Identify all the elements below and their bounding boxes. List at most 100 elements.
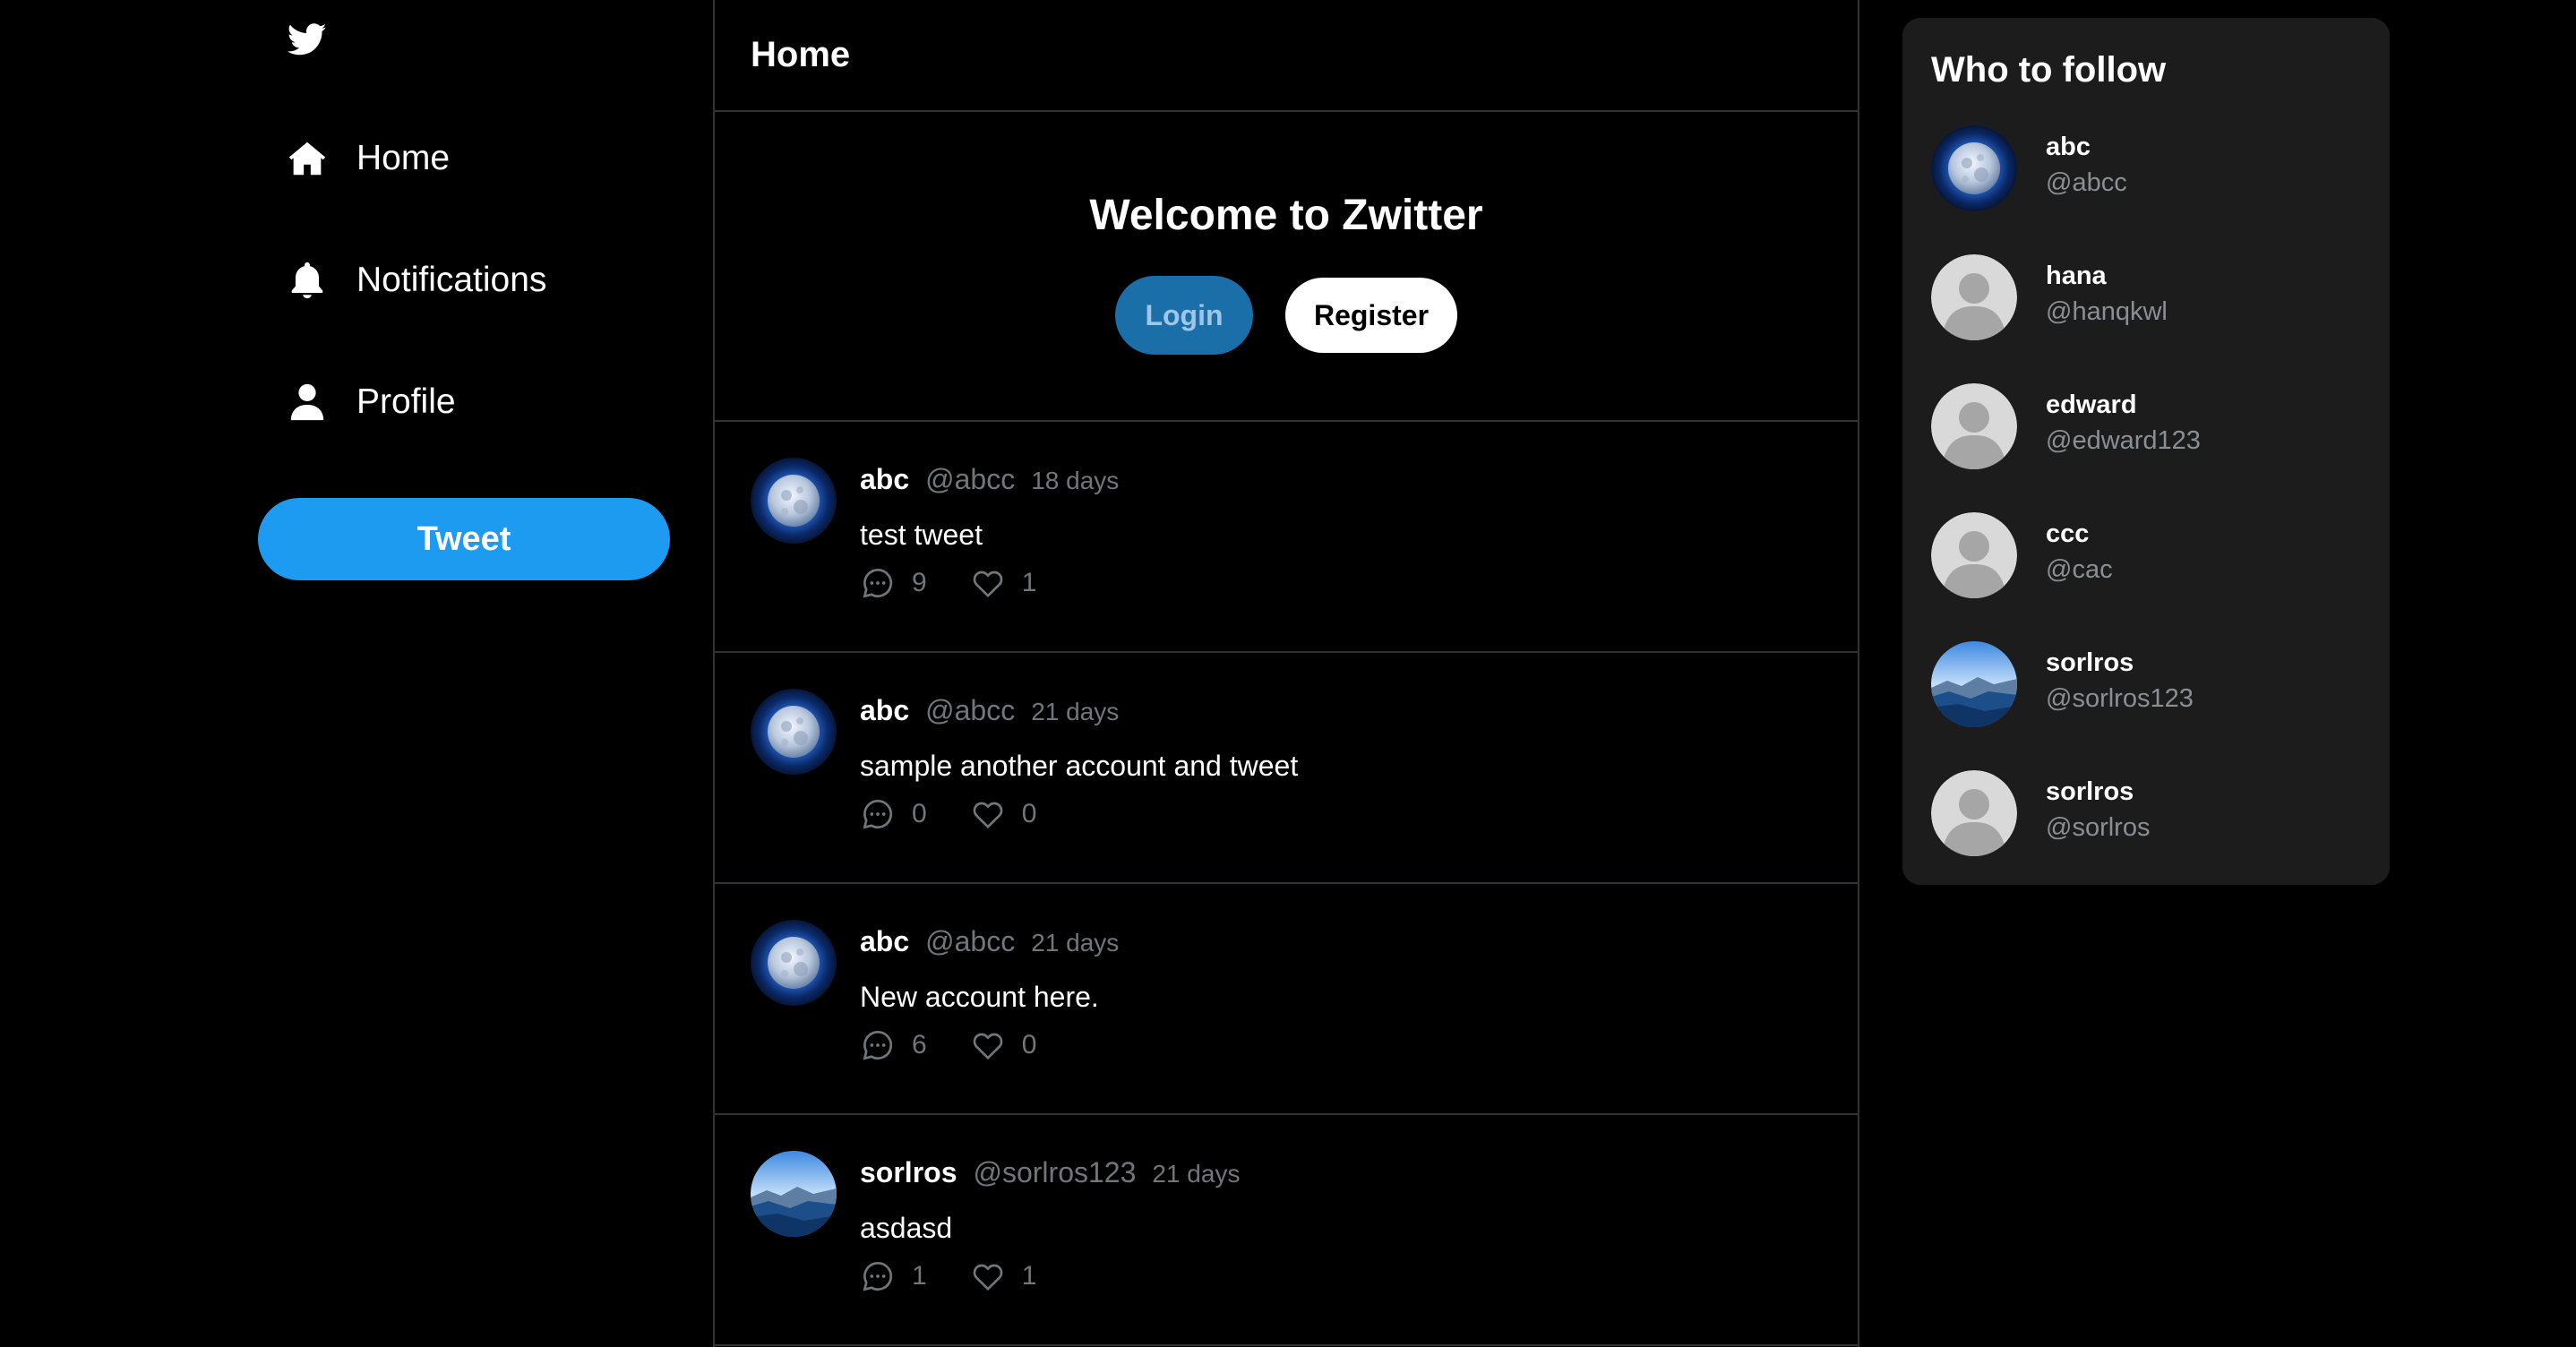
heart-icon bbox=[973, 1033, 1003, 1060]
heart-icon bbox=[973, 802, 1003, 829]
suggestion-name: sorlros bbox=[2046, 777, 2134, 806]
tweet-author-handle: @abcc bbox=[925, 694, 1016, 726]
suggestion-name: edward bbox=[2046, 390, 2137, 419]
nav-item-label: Notifications bbox=[356, 261, 547, 299]
tweet-meta: sorlros @sorlros123 21 days bbox=[860, 1156, 1240, 1189]
tweet-item[interactable]: abc @abcc 21 days New account here. 6 0 bbox=[715, 884, 1858, 1115]
like-count: 1 bbox=[1021, 568, 1037, 597]
suggestion-name: abc bbox=[2046, 133, 2091, 161]
welcome-heading: Welcome to Zwitter bbox=[1089, 192, 1483, 239]
reply-button[interactable]: 6 bbox=[860, 1027, 927, 1063]
comment-icon bbox=[863, 1030, 893, 1060]
avatar[interactable] bbox=[1931, 254, 2017, 340]
nav-item-label: Home bbox=[356, 139, 451, 177]
tweet-timestamp: 21 days bbox=[1152, 1160, 1241, 1188]
nav-item-home[interactable]: Home bbox=[285, 132, 450, 185]
suggestion-handle: @sorlros123 bbox=[2046, 684, 2194, 713]
register-button[interactable]: Register bbox=[1285, 278, 1457, 353]
like-button[interactable]: 0 bbox=[970, 796, 1037, 832]
suggestion-name: hana bbox=[2046, 262, 2107, 290]
comment-icon bbox=[863, 799, 893, 829]
auth-buttons: Login Register bbox=[1115, 276, 1457, 355]
user-icon bbox=[285, 380, 330, 425]
avatar[interactable] bbox=[1931, 770, 2017, 856]
follow-suggestion[interactable]: sorlros @sorlros bbox=[1931, 770, 2361, 856]
tweet-timestamp: 21 days bbox=[1031, 698, 1120, 725]
heart-icon bbox=[973, 1264, 1003, 1291]
nav-item-notifications[interactable]: Notifications bbox=[285, 253, 546, 307]
tweet-actions: 1 1 bbox=[860, 1258, 1036, 1294]
tweet-item[interactable]: abc @abcc 21 days sample another account… bbox=[715, 653, 1858, 884]
tweet-text: sample another account and tweet bbox=[860, 750, 1299, 782]
tweet-timestamp: 18 days bbox=[1031, 467, 1120, 494]
like-count: 0 bbox=[1021, 1030, 1037, 1060]
comment-icon bbox=[863, 568, 893, 598]
follow-suggestion[interactable]: hana @hanqkwl bbox=[1931, 254, 2361, 340]
follow-suggestion[interactable]: abc @abcc bbox=[1931, 125, 2361, 211]
avatar[interactable] bbox=[1931, 125, 2017, 211]
tweet-author-handle: @sorlros123 bbox=[973, 1156, 1137, 1188]
tweet-meta: abc @abcc 18 days bbox=[860, 463, 1119, 496]
welcome-banner: Welcome to Zwitter Login Register bbox=[715, 112, 1858, 422]
avatar[interactable] bbox=[751, 920, 837, 1006]
tweet-author-handle: @abcc bbox=[925, 925, 1016, 957]
tweet-meta: abc @abcc 21 days bbox=[860, 694, 1119, 727]
who-to-follow-panel: Who to follow abc @abcc hana @hanqkwl ed… bbox=[1902, 18, 2390, 885]
heart-icon bbox=[973, 571, 1003, 598]
reply-count: 1 bbox=[912, 1261, 927, 1291]
who-to-follow-title: Who to follow bbox=[1931, 50, 2167, 90]
bird-icon[interactable] bbox=[285, 20, 330, 59]
tweet-item[interactable]: abc @abcc 18 days test tweet 9 1 bbox=[715, 422, 1858, 653]
nav-item-profile[interactable]: Profile bbox=[285, 375, 456, 429]
reply-count: 9 bbox=[912, 568, 927, 597]
avatar[interactable] bbox=[1931, 383, 2017, 469]
tweet-text: asdasd bbox=[860, 1212, 953, 1244]
tweet-text: test tweet bbox=[860, 519, 983, 551]
tweet-actions: 9 1 bbox=[860, 565, 1036, 601]
home-icon bbox=[285, 136, 330, 181]
tweet-actions: 6 0 bbox=[860, 1027, 1036, 1063]
page-title: Home bbox=[751, 35, 851, 74]
tweet-author-name[interactable]: sorlros bbox=[860, 1156, 957, 1189]
tweet-author-handle: @abcc bbox=[925, 463, 1016, 495]
follow-suggestion[interactable]: ccc @cac bbox=[1931, 512, 2361, 598]
tweet-item[interactable]: sorlros @sorlros123 21 days asdasd 1 1 bbox=[715, 1115, 1858, 1346]
main-timeline: Home Welcome to Zwitter Login Register a… bbox=[713, 0, 1859, 1347]
avatar[interactable] bbox=[751, 458, 837, 544]
avatar[interactable] bbox=[751, 689, 837, 775]
tweet-text: New account here. bbox=[860, 981, 1099, 1013]
tweet-author-name[interactable]: abc bbox=[860, 463, 909, 496]
follow-suggestion[interactable]: sorlros @sorlros123 bbox=[1931, 641, 2361, 727]
suggestion-name: ccc bbox=[2046, 519, 2090, 548]
suggestion-handle: @edward123 bbox=[2046, 426, 2201, 455]
avatar[interactable] bbox=[1931, 641, 2017, 727]
reply-count: 6 bbox=[912, 1030, 927, 1060]
reply-count: 0 bbox=[912, 799, 927, 828]
suggestion-handle: @hanqkwl bbox=[2046, 297, 2168, 326]
like-count: 0 bbox=[1021, 799, 1037, 828]
reply-button[interactable]: 9 bbox=[860, 565, 927, 601]
reply-button[interactable]: 1 bbox=[860, 1258, 927, 1294]
tweet-timestamp: 21 days bbox=[1031, 929, 1120, 957]
follow-suggestion[interactable]: edward @edward123 bbox=[1931, 383, 2361, 469]
timeline-header: Home bbox=[715, 0, 1858, 112]
tweet-meta: abc @abcc 21 days bbox=[860, 925, 1119, 958]
nav-item-label: Profile bbox=[356, 382, 456, 421]
tweet-author-name[interactable]: abc bbox=[860, 694, 909, 727]
reply-button[interactable]: 0 bbox=[860, 796, 927, 832]
tweet-actions: 0 0 bbox=[860, 796, 1036, 832]
tweet-author-name[interactable]: abc bbox=[860, 925, 909, 958]
suggestion-name: sorlros bbox=[2046, 648, 2134, 677]
suggestion-handle: @abcc bbox=[2046, 168, 2127, 197]
login-button[interactable]: Login bbox=[1115, 276, 1253, 355]
suggestion-handle: @sorlros bbox=[2046, 813, 2151, 842]
comment-icon bbox=[863, 1261, 893, 1291]
like-button[interactable]: 1 bbox=[970, 565, 1037, 601]
suggestion-handle: @cac bbox=[2046, 555, 2113, 584]
bell-icon bbox=[285, 258, 330, 303]
tweet-button[interactable]: Tweet bbox=[258, 498, 670, 580]
like-button[interactable]: 0 bbox=[970, 1027, 1037, 1063]
avatar[interactable] bbox=[751, 1151, 837, 1237]
avatar[interactable] bbox=[1931, 512, 2017, 598]
like-button[interactable]: 1 bbox=[970, 1258, 1036, 1294]
